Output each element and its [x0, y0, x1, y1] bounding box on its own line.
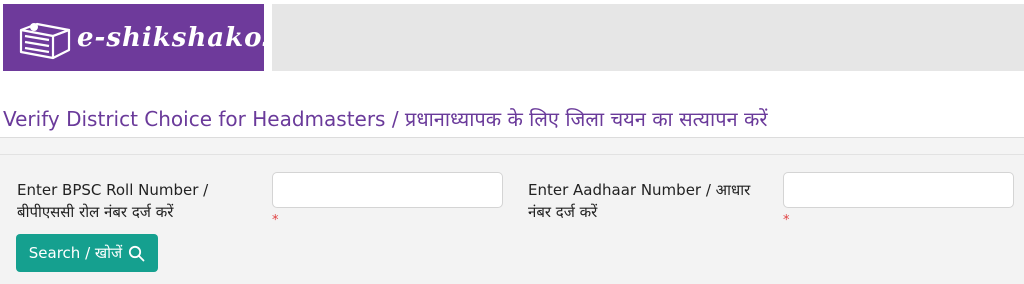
aadhaar-number-input[interactable] [783, 172, 1014, 208]
book-stack-icon [19, 22, 71, 59]
aadhaar-number-label-hi: नंबर दर्ज करें [528, 203, 598, 221]
roll-number-required-mark: * [272, 213, 279, 228]
search-button[interactable]: Search / खोजें [16, 234, 158, 272]
roll-number-label: Enter BPSC Roll Number / बीपीएससी रोल नं… [17, 179, 257, 223]
brand-name: e-shikshakosh [77, 22, 299, 53]
roll-number-input[interactable] [272, 172, 503, 208]
roll-number-label-en: Enter BPSC Roll Number / [17, 181, 209, 199]
search-icon [129, 245, 145, 261]
aadhaar-number-required-mark: * [783, 213, 790, 228]
brand-logo[interactable]: e-shikshakosh [3, 4, 297, 71]
heading-area: Verify District Choice for Headmasters /… [0, 78, 1024, 138]
heading-divider [0, 137, 1024, 138]
aadhaar-number-label: Enter Aadhaar Number / आधार नंबर दर्ज कर… [528, 179, 768, 223]
verify-form: Enter BPSC Roll Number / बीपीएससी रोल नं… [0, 155, 1024, 284]
aadhaar-number-label-en: Enter Aadhaar Number / आधार [528, 181, 751, 199]
roll-number-label-hi: बीपीएससी रोल नंबर दर्ज करें [17, 203, 174, 221]
header-bar [272, 4, 1024, 71]
search-button-label: Search / खोजें [28, 244, 123, 262]
page-title: Verify District Choice for Headmasters /… [3, 107, 768, 131]
